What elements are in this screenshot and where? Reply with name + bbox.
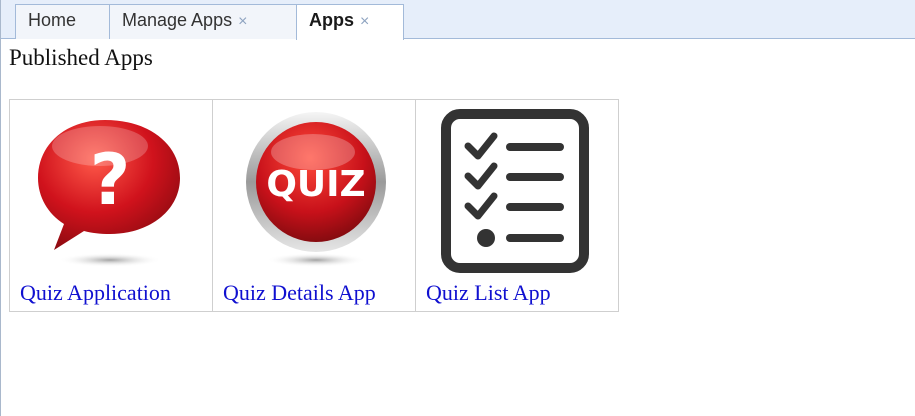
app-tile-quiz-list-app[interactable]: Quiz List App [415,100,619,311]
checklist-icon[interactable] [416,100,620,278]
tab-apps-label: Apps [309,10,354,30]
tab-manage-apps[interactable]: Manage Apps × [109,4,297,39]
app-grid: ? Quiz Application QUIZ Quiz Details App… [9,99,619,312]
quiz-icon-text: QUIZ [266,164,365,205]
tab-home[interactable]: Home [15,4,110,39]
tab-manage-apps-label: Manage Apps [122,10,233,30]
page: Home Manage Apps × Apps × Published Apps [0,0,915,416]
close-icon[interactable]: × [360,13,369,30]
svg-text:?: ? [90,139,131,221]
tab-strip: Home Manage Apps × Apps × [1,0,915,40]
app-tile-quiz-details-app[interactable]: QUIZ Quiz Details App [212,100,415,311]
quiz-button-icon[interactable]: QUIZ [213,100,416,278]
close-icon[interactable]: × [238,13,247,30]
app-link-quiz-list-app[interactable]: Quiz List App [426,280,551,306]
app-link-quiz-application[interactable]: Quiz Application [20,280,171,306]
tab-apps[interactable]: Apps × [296,4,404,40]
app-tile-quiz-application[interactable]: ? Quiz Application [9,100,212,311]
question-bubble-icon[interactable]: ? [10,100,213,278]
app-link-quiz-details-app[interactable]: Quiz Details App [223,280,376,306]
tab-home-label: Home [28,10,77,30]
page-title: Published Apps [9,45,153,70]
